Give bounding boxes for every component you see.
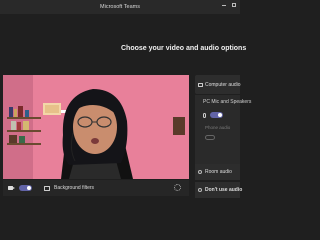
video-controls-bar: Background filters (3, 180, 189, 196)
camera-icon (8, 186, 15, 191)
minimize-icon[interactable] (222, 3, 226, 6)
camera-toggle[interactable] (19, 185, 32, 191)
room-audio-option[interactable]: Room audio (195, 164, 240, 180)
camera-preview (3, 75, 189, 179)
background-filters-button[interactable]: Background filters (54, 185, 94, 191)
monitor-icon (198, 82, 203, 87)
computer-audio-option[interactable]: Computer audio (195, 75, 241, 94)
maximize-icon[interactable] (232, 3, 236, 7)
room-audio-icon (198, 170, 202, 174)
background-filters-icon (44, 185, 50, 191)
mic-row (203, 112, 223, 118)
dont-use-audio-label: Don't use audio (205, 187, 243, 193)
page-heading: Choose your video and audio options (121, 45, 247, 52)
microphone-icon (203, 112, 206, 118)
room-audio-label: Room audio (205, 169, 232, 175)
phone-audio-option[interactable]: Phone audio (205, 125, 230, 130)
title-bar: Microsoft Teams (0, 0, 240, 14)
pc-mic-speakers-label: PC Mic and Speakers (203, 99, 252, 105)
gear-icon[interactable] (174, 184, 181, 191)
computer-audio-settings: PC Mic and Speakers Phone audio (195, 95, 251, 165)
no-audio-icon (198, 188, 202, 192)
microphone-toggle[interactable] (210, 112, 223, 118)
window-controls (222, 3, 236, 7)
window-title: Microsoft Teams (100, 4, 140, 10)
dont-use-audio-option[interactable]: Don't use audio (195, 182, 243, 198)
camera-preview-image (3, 75, 189, 179)
computer-audio-label: Computer audio (205, 81, 241, 88)
phone-audio-toggle[interactable] (205, 135, 215, 140)
